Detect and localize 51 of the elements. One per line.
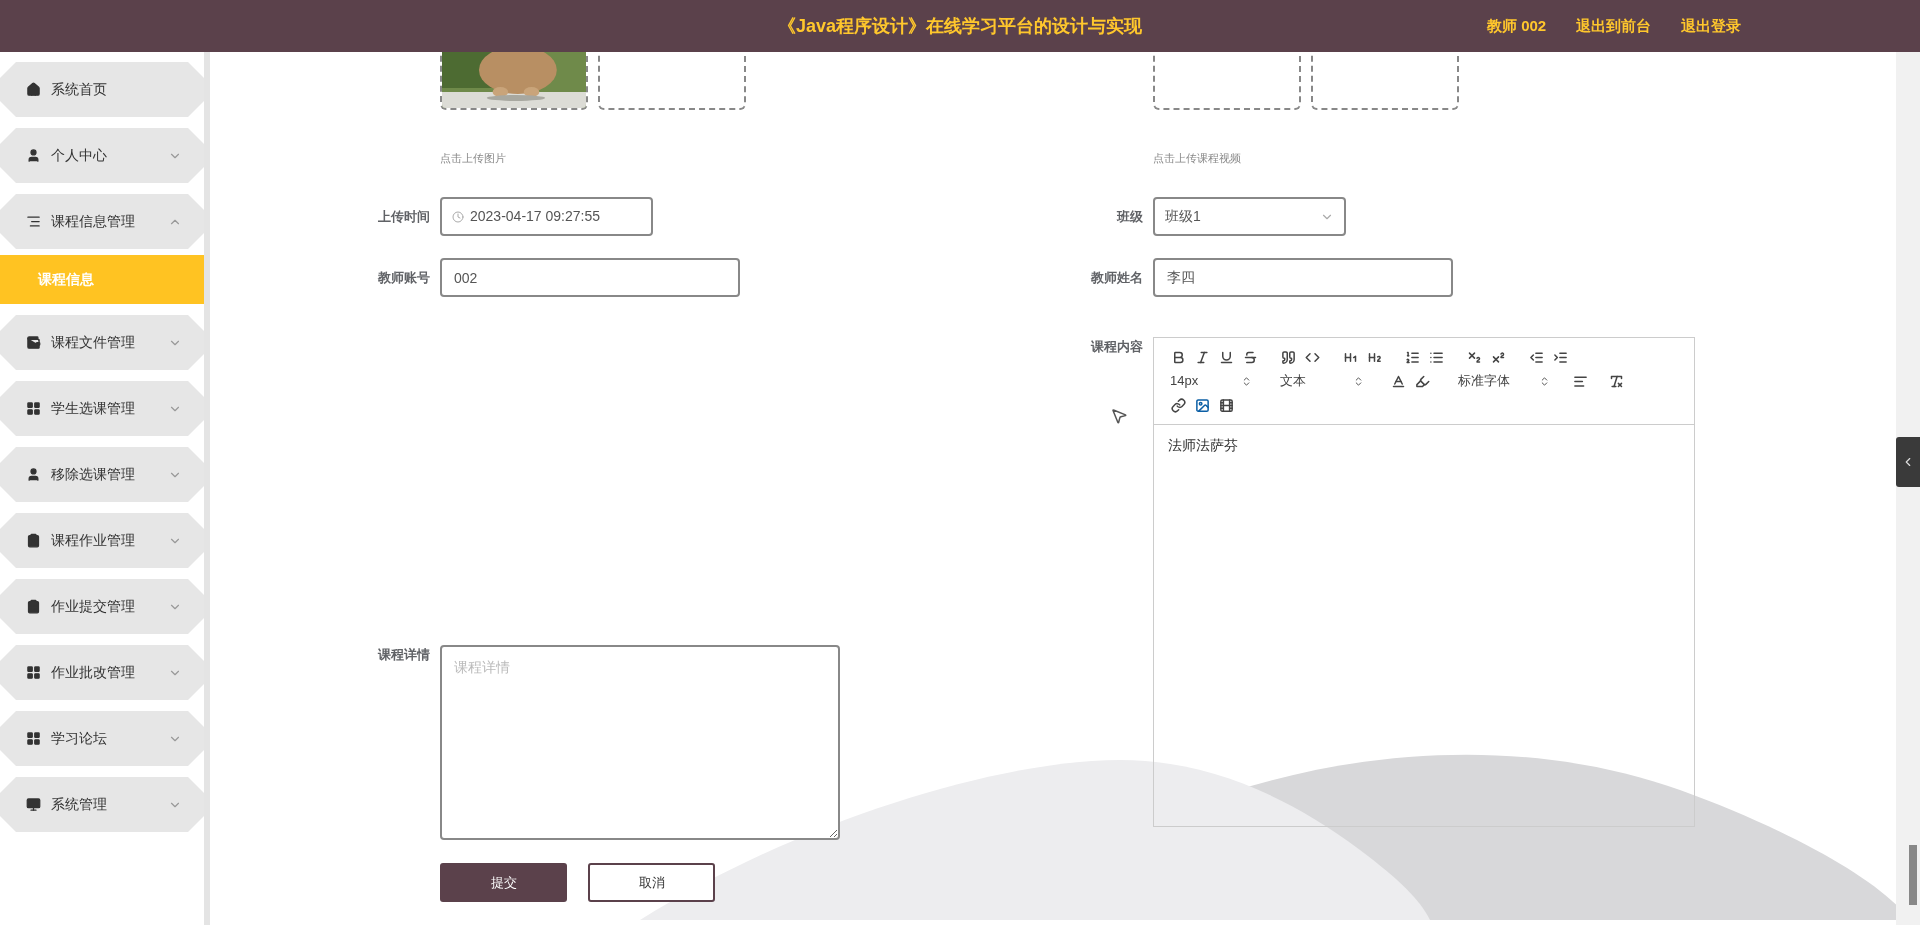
upload-hint: 点击上传图片: [440, 150, 506, 166]
date-field[interactable]: 2023-04-17 09:27:55: [440, 197, 653, 236]
up-down-arrows-icon: [1353, 375, 1364, 387]
up-down-arrows-icon: [1241, 375, 1252, 387]
scrollbar-thumb[interactable]: [1909, 845, 1917, 905]
class-dropdown[interactable]: 班级1: [1153, 197, 1346, 236]
editor-text: 法师法萨芬: [1168, 436, 1239, 455]
input-field[interactable]: 002: [440, 258, 740, 297]
user-icon: [26, 148, 41, 163]
toolbar-dropdown[interactable]: 标准字体: [1454, 370, 1554, 392]
field-label: 教师账号: [378, 269, 430, 285]
upload-hint: 点击上传课程视频: [1153, 150, 1241, 166]
sidebar-item[interactable]: 学习论坛: [0, 711, 204, 766]
field-label: 课程详情: [378, 647, 430, 662]
grid-icon: [26, 665, 41, 680]
sidebar-item[interactable]: 个人中心: [0, 128, 204, 183]
input-field[interactable]: 李四: [1153, 258, 1453, 297]
home-icon: [26, 82, 41, 97]
list-icon: [26, 214, 41, 229]
clipboard-icon: [26, 599, 41, 614]
sidebar-item[interactable]: 系统管理: [0, 777, 204, 832]
sidebar-item[interactable]: 课程信息管理: [0, 194, 204, 249]
sidebar-item[interactable]: 系统首页: [0, 62, 204, 117]
user-icon: [26, 467, 41, 482]
cursor-icon: [1110, 407, 1128, 425]
header-link[interactable]: 退出到前台: [1576, 14, 1652, 38]
sidebar-item[interactable]: 学生选课管理: [0, 381, 204, 436]
grid-icon: [26, 401, 41, 416]
wallet-icon: [26, 335, 41, 350]
sidebar-item[interactable]: 移除选课管理: [0, 447, 204, 502]
toolbar-dropdown[interactable]: 文本: [1276, 370, 1368, 392]
up-down-arrows-icon: [1539, 375, 1550, 387]
sidebar-item[interactable]: 课程文件管理: [0, 315, 204, 370]
user-link[interactable]: 教师 002: [1487, 14, 1547, 38]
site-title: 《Java程序设计》在线学习平台的设计与实现: [777, 14, 1142, 38]
header-link[interactable]: 退出登录: [1681, 14, 1742, 38]
clock-icon: [452, 210, 464, 223]
textarea-field[interactable]: 课程详情: [440, 645, 840, 840]
field-label: 班级: [1117, 208, 1143, 224]
field-label: 课程内容: [1091, 339, 1143, 354]
monitor-icon: [26, 797, 41, 812]
submit-button[interactable]: 提交: [440, 863, 567, 902]
toolbar-dropdown[interactable]: 14px: [1166, 370, 1256, 392]
sidebar-item[interactable]: 作业批改管理: [0, 645, 204, 700]
cancel-button[interactable]: 取消: [588, 863, 715, 902]
grid-icon: [26, 731, 41, 746]
field-label: 上传时间: [378, 208, 430, 224]
sidebar-item[interactable]: 作业提交管理: [0, 579, 204, 634]
clipboard-icon: [26, 533, 41, 548]
sidebar-item[interactable]: 课程作业管理: [0, 513, 204, 568]
field-label: 教师姓名: [1091, 269, 1143, 285]
